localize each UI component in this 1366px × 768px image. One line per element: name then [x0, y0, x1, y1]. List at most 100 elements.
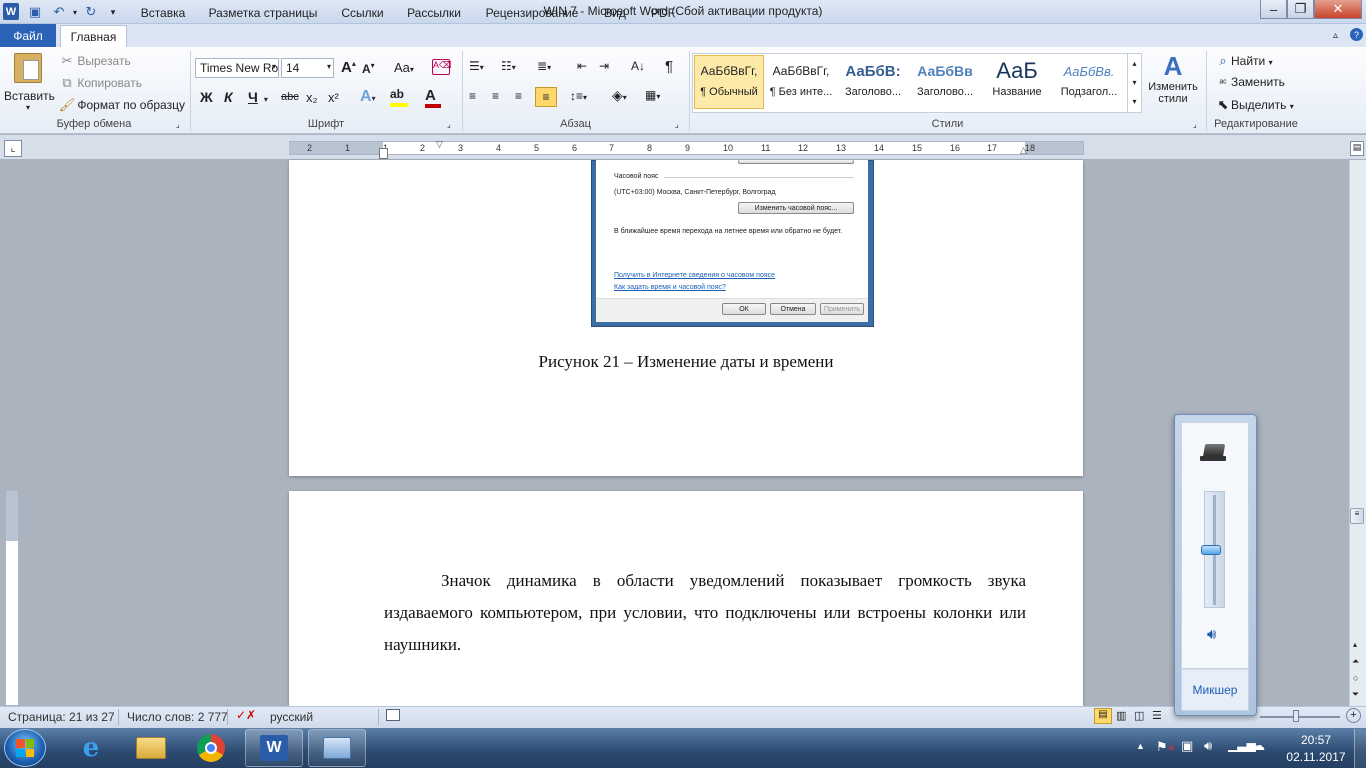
control-panel-taskbar-button[interactable] — [308, 729, 366, 767]
speakers-device-icon[interactable] — [1200, 438, 1230, 464]
strikethrough-button[interactable]: abc — [281, 91, 299, 103]
close-button[interactable]: ✕ — [1314, 0, 1362, 19]
style-subtitle[interactable]: АаБбВв. Подзагол... — [1054, 55, 1124, 109]
help-icon[interactable]: ? — [1350, 28, 1363, 41]
style-heading2[interactable]: АаБбВв Заголово... — [910, 55, 980, 109]
network-error-icon[interactable]: ⚑✕ — [1156, 739, 1175, 755]
volume-tray-icon[interactable]: 🔊︎ — [1204, 738, 1212, 754]
style-no-spacing[interactable]: АаБбВвГг, ¶ Без инте... — [766, 55, 836, 109]
style-heading1[interactable]: АаБбВ: Заголово... — [838, 55, 908, 109]
style-normal[interactable]: АаБбВвГг, ¶ Обычный — [694, 55, 764, 109]
next-page-icon[interactable]: ⏷ — [1352, 689, 1359, 700]
line-spacing-button[interactable]: ↕≡▾ — [570, 89, 587, 103]
tab-view[interactable]: Вид — [597, 3, 633, 23]
proofing-icon[interactable]: ✓✗ — [236, 708, 256, 722]
chrome-taskbar-button[interactable] — [182, 729, 240, 767]
align-left-button[interactable]: ≡ — [469, 89, 476, 103]
borders-button[interactable]: ▦▾ — [645, 88, 660, 102]
zoom-in-icon[interactable]: + — [1346, 708, 1361, 723]
shading-button[interactable]: ◈▾ — [612, 87, 627, 104]
copy-button[interactable]: ⧉ Копировать — [60, 75, 142, 91]
align-right-button[interactable]: ≡ — [515, 89, 522, 103]
explorer-taskbar-button[interactable] — [122, 729, 180, 767]
subscript-button[interactable]: x₂ — [306, 90, 318, 105]
page-indicator[interactable]: Страница: 21 из 27 — [8, 710, 115, 724]
view-ruler-icon[interactable]: ▤ — [1350, 141, 1364, 156]
left-indent-marker[interactable] — [379, 148, 388, 159]
clipboard-launcher-icon[interactable]: ⌟ — [176, 120, 180, 129]
underline-button[interactable]: Ч ▾ — [248, 89, 268, 105]
macro-icon[interactable] — [386, 709, 400, 721]
tab-home[interactable]: Главная — [60, 25, 127, 48]
tab-page-layout[interactable]: Разметка страницы — [203, 3, 323, 23]
tab-review[interactable]: Рецензирование — [478, 3, 586, 23]
tab-pdf[interactable]: PDF — [644, 3, 682, 23]
volume-slider-thumb[interactable] — [1201, 545, 1221, 555]
style-title[interactable]: АаБ Название — [982, 55, 1052, 109]
change-styles-button[interactable]: A Изменить стили — [1144, 51, 1202, 113]
tab-mailings[interactable]: Рассылки — [400, 3, 468, 23]
cut-button[interactable]: ✂ Вырезать — [60, 53, 131, 69]
vertical-scrollbar[interactable] — [1349, 160, 1366, 706]
highlight-button[interactable]: ab — [390, 87, 416, 109]
print-layout-view-icon[interactable]: ▤ — [1094, 708, 1112, 724]
font-color-button[interactable]: A — [425, 87, 451, 109]
usb-icon[interactable]: ▣ — [1181, 738, 1193, 754]
maximize-button[interactable]: ❐ — [1287, 0, 1314, 19]
right-indent-marker[interactable]: △ — [1020, 145, 1027, 156]
body-paragraph[interactable]: Значок динамика в области уведомлений по… — [384, 565, 1026, 661]
scroll-up-icon[interactable]: ▴ — [1353, 640, 1357, 649]
font-launcher-icon[interactable]: ⌟ — [447, 120, 451, 129]
outline-view-icon[interactable]: ☰ — [1152, 709, 1162, 722]
first-line-indent-marker[interactable]: ▽ — [436, 139, 443, 150]
increase-indent-button[interactable]: ⇥ — [599, 59, 609, 73]
font-size-combo[interactable]: 14 ▾ — [281, 58, 334, 78]
scroll-thumb[interactable]: ≡ — [1350, 508, 1364, 524]
align-center-button[interactable]: ≡ — [492, 89, 499, 103]
cloud-icon[interactable]: ☁ — [1251, 737, 1265, 754]
minimize-button[interactable]: – — [1260, 0, 1287, 19]
paragraph-launcher-icon[interactable]: ⌟ — [675, 120, 679, 129]
styles-launcher-icon[interactable]: ⌟ — [1193, 120, 1197, 129]
replace-button[interactable]: ᵃᶜ Заменить — [1215, 75, 1285, 89]
tab-references[interactable]: Ссылки — [334, 3, 391, 23]
shrink-font-button[interactable]: A▾ — [362, 61, 375, 76]
browse-object-icon[interactable]: ○ — [1353, 673, 1358, 683]
select-button[interactable]: ⬉ Выделить ▾ — [1215, 97, 1294, 113]
mute-speaker-icon[interactable]: 🔊︎ — [1207, 626, 1216, 643]
grow-font-button[interactable]: A▴ — [341, 59, 356, 76]
superscript-button[interactable]: x² — [328, 90, 339, 105]
prev-page-icon[interactable]: ⏶ — [1352, 656, 1359, 667]
minimize-ribbon-icon[interactable]: ▵ — [1333, 30, 1338, 41]
bold-button[interactable]: Ж — [200, 89, 213, 105]
styles-scroll[interactable]: ▴ ▾ ▾ — [1127, 54, 1141, 112]
clear-formatting-icon[interactable]: A⌫ — [432, 59, 452, 75]
multilevel-list-button[interactable]: ≣▾ — [537, 59, 551, 73]
tab-file[interactable]: Файл — [0, 24, 56, 47]
word-count[interactable]: Число слов: 2 777 — [127, 710, 228, 724]
tab-selector[interactable]: ⌞ — [4, 140, 22, 157]
find-button[interactable]: ⌕ Найти ▾ — [1215, 53, 1272, 69]
start-button[interactable] — [4, 729, 46, 767]
reading-view-icon[interactable]: ▥ — [1116, 709, 1126, 722]
sort-button[interactable]: A↓ — [631, 59, 645, 73]
italic-button[interactable]: К — [224, 89, 233, 105]
font-family-combo[interactable]: Times New Ro ▾ — [195, 58, 279, 78]
language-indicator[interactable]: русский — [270, 710, 313, 724]
text-effects-button[interactable]: A▾ — [360, 88, 376, 106]
format-painter-button[interactable]: 🖌 Формат по образцу — [59, 97, 185, 113]
zoom-slider-thumb[interactable] — [1293, 710, 1299, 722]
figure-caption[interactable]: Рисунок 21 – Изменение даты и времени — [289, 352, 1083, 372]
show-desktop-button[interactable] — [1354, 729, 1366, 768]
change-case-button[interactable]: Aa▾ — [394, 60, 414, 75]
justify-button[interactable]: ≡ — [535, 87, 557, 107]
tab-insert[interactable]: Вставка — [133, 3, 193, 23]
web-layout-icon[interactable]: ◫ — [1134, 709, 1144, 722]
numbering-button[interactable]: ☷▾ — [501, 59, 516, 73]
mixer-link[interactable]: Микшер — [1181, 683, 1249, 697]
bullets-button[interactable]: ☰▾ — [469, 59, 484, 73]
show-marks-button[interactable]: ¶ — [665, 58, 673, 75]
clock-time[interactable]: 20:57 — [1290, 733, 1342, 747]
clock-date[interactable]: 02.11.2017 — [1284, 750, 1348, 764]
internet-explorer-taskbar-button[interactable]: e — [62, 729, 120, 767]
